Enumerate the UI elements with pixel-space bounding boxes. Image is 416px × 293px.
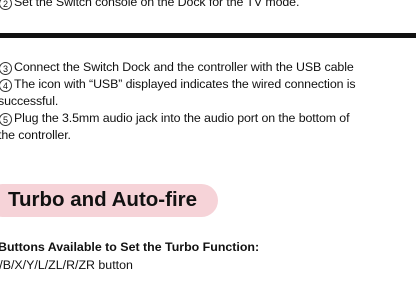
step-5-text-line-2: the controller. <box>0 128 71 143</box>
step-2-text: 2 Set the Switch console on the Dock for … <box>0 0 299 10</box>
section-title: Turbo and Auto-fire <box>8 188 198 211</box>
step-5-number: 5 <box>0 113 12 126</box>
step-3-content: Connect the Switch Dock and the controll… <box>14 60 354 74</box>
turbo-buttons-list: A/B/X/Y/L/ZL/R/ZR button <box>0 258 133 272</box>
step-4-number: 4 <box>0 79 12 92</box>
step-3-text: 3 Connect the Switch Dock and the control… <box>0 60 354 75</box>
step-5-content-line-1: Plug the 3.5mm audio jack into the audio… <box>14 111 350 125</box>
step-2-content: Set the Switch console on the Dock for t… <box>14 0 300 9</box>
step-2-number: 2 <box>0 0 12 10</box>
step-5-text-line-1: 5 Plug the 3.5mm audio jack into the audi… <box>0 111 350 126</box>
step-4-content-line-2: successful. <box>0 94 59 108</box>
step-4-content-line-1: The icon with “USB” displayed indicates … <box>14 77 356 91</box>
step-4-text-line-2: successful. <box>0 94 58 109</box>
manual-page: 2 Set the Switch console on the Dock for … <box>0 0 416 293</box>
section-divider <box>0 33 416 38</box>
step-4-text-line-1: 4 The icon with “USB” displayed indicates… <box>0 77 356 92</box>
step-5-content-line-2: the controller. <box>0 128 71 142</box>
turbo-buttons-heading: Buttons Available to Set the Turbo Funct… <box>0 240 260 254</box>
step-3-number: 3 <box>0 62 12 75</box>
